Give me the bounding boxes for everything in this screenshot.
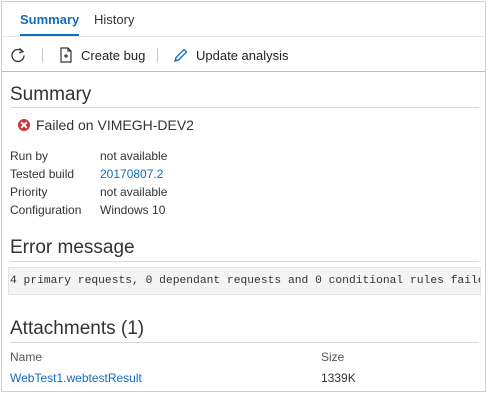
field-label: Priority — [10, 185, 48, 199]
update-analysis-label: Update analysis — [196, 47, 289, 63]
field-value: Windows 10 — [100, 203, 166, 217]
toolbar-separator — [157, 48, 158, 62]
tab-summary[interactable]: Summary — [20, 12, 80, 36]
error-icon — [18, 119, 30, 131]
test-status: Failed on VIMEGH-DEV2 — [18, 117, 194, 133]
tab-history[interactable]: History — [94, 12, 134, 27]
document-icon — [60, 47, 72, 63]
create-bug-label: Create bug — [81, 47, 146, 63]
create-bug-button[interactable]: Create bug — [59, 45, 145, 65]
error-message-text: 4 primary requests, 0 dependant requests… — [10, 275, 481, 287]
divider — [10, 261, 479, 262]
field-label: Configuration — [10, 203, 82, 217]
toolbar-separator — [42, 48, 43, 62]
field-label: Run by — [10, 149, 49, 163]
tested-build-link[interactable]: 20170807.2 — [100, 167, 163, 181]
refresh-button[interactable] — [10, 45, 26, 65]
refresh-icon — [11, 48, 25, 63]
pencil-icon — [174, 48, 188, 62]
update-analysis-button[interactable]: Update analysis — [173, 45, 289, 65]
error-message-heading: Error message — [10, 237, 135, 258]
toolbar: Create bug Update analysis — [2, 36, 485, 72]
divider — [10, 342, 479, 343]
summary-heading: Summary — [10, 84, 92, 105]
attachments-heading: Attachments (1) — [10, 318, 145, 339]
column-header-name[interactable]: Name — [10, 350, 42, 364]
tab-bar: Summary History — [2, 2, 485, 36]
field-label: Tested build — [10, 167, 75, 181]
field-value: not available — [100, 149, 168, 163]
column-header-size[interactable]: Size — [321, 350, 344, 364]
attachment-size: 1339K — [321, 371, 356, 385]
divider — [10, 107, 479, 108]
error-message-box: 4 primary requests, 0 dependant requests… — [8, 267, 481, 295]
status-text: Failed on VIMEGH-DEV2 — [36, 117, 194, 133]
tab-summary-label: Summary — [20, 12, 80, 27]
attachment-name-link[interactable]: WebTest1.webtestResult — [10, 371, 142, 385]
tab-history-label: History — [94, 12, 135, 27]
test-result-panel: Summary History Create bug Update analys… — [1, 1, 486, 392]
field-value: not available — [100, 185, 168, 199]
